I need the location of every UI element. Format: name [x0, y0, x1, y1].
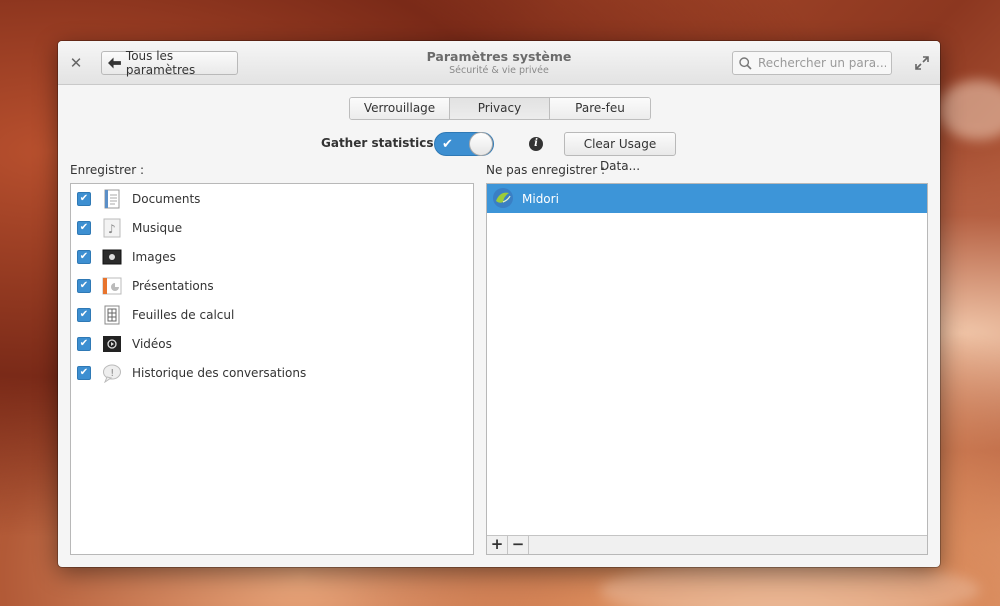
add-button[interactable]: + — [487, 536, 508, 554]
list-toolbar: + − — [487, 535, 927, 554]
settings-window: ✕ Tous les paramètres Paramètres système… — [58, 41, 940, 567]
record-item-label: Musique — [132, 220, 183, 235]
record-list: ✔ Documents ✔ ♪ Musique ✔ Images ✔ Prése… — [70, 183, 474, 555]
videos-checkbox[interactable]: ✔ — [77, 336, 91, 351]
images-checkbox[interactable]: ✔ — [77, 249, 91, 264]
spreadsheet-icon — [104, 305, 120, 324]
list-item[interactable]: ✔ Images — [71, 242, 473, 271]
info-icon[interactable]: i — [529, 137, 543, 151]
do-not-record-heading: Ne pas enregistrer : — [486, 163, 606, 177]
gather-statistics-switch[interactable]: ✔ — [434, 132, 494, 156]
record-item-label: Historique des conversations — [132, 365, 307, 380]
switch-knob[interactable] — [469, 132, 493, 156]
presentation-icon — [102, 277, 122, 294]
list-item[interactable]: ✔ Vidéos — [71, 329, 473, 358]
arrow-left-icon — [108, 57, 121, 69]
list-item[interactable]: ✔ ♪ Musique — [71, 213, 473, 242]
record-item-label: Vidéos — [132, 336, 172, 351]
tab-privacy[interactable]: Privacy — [450, 98, 550, 119]
document-icon — [104, 189, 120, 208]
check-icon: ✔ — [442, 137, 453, 152]
music-icon: ♪ — [103, 218, 121, 237]
wallpaper-highlight — [938, 80, 1000, 140]
documents-checkbox[interactable]: ✔ — [77, 191, 91, 206]
chat-icon: ! — [103, 364, 121, 383]
list-item[interactable]: ✔ Documents — [71, 184, 473, 213]
statistics-row: Gather statistics: ✔ i Clear Usage Data.… — [58, 132, 940, 173]
remove-button[interactable]: − — [508, 536, 529, 554]
record-item-label: Documents — [132, 191, 201, 206]
app-label: Midori — [522, 191, 559, 206]
record-item-label: Présentations — [132, 278, 214, 293]
spreadsheets-checkbox[interactable]: ✔ — [77, 307, 91, 322]
video-icon — [103, 335, 121, 352]
header-bar: ✕ Tous les paramètres Paramètres système… — [58, 41, 940, 85]
list-item[interactable]: Midori — [487, 184, 927, 213]
tab-pare-feu[interactable]: Pare-feu — [550, 98, 650, 119]
list-item[interactable]: ✔ Présentations — [71, 271, 473, 300]
tab-verrouillage[interactable]: Verrouillage — [350, 98, 450, 119]
back-button[interactable]: Tous les paramètres — [101, 49, 238, 77]
svg-text:!: ! — [110, 368, 114, 379]
search-icon — [739, 56, 752, 70]
presentations-checkbox[interactable]: ✔ — [77, 278, 91, 293]
maximize-icon[interactable] — [914, 55, 930, 71]
do-not-record-list: Midori + − — [486, 183, 928, 555]
svg-text:♪: ♪ — [108, 222, 116, 236]
tab-bar: Verrouillage Privacy Pare-feu — [349, 97, 651, 120]
search-input[interactable] — [758, 56, 886, 70]
record-item-label: Images — [132, 249, 176, 264]
list-item[interactable]: ✔ Feuilles de calcul — [71, 300, 473, 329]
record-heading: Enregistrer : — [70, 163, 144, 177]
list-item[interactable]: ✔ ! Historique des conversations — [71, 358, 473, 387]
midori-icon — [493, 188, 513, 208]
music-checkbox[interactable]: ✔ — [77, 220, 91, 235]
search-field[interactable] — [732, 51, 892, 75]
image-icon — [102, 249, 122, 264]
chat-history-checkbox[interactable]: ✔ — [77, 365, 91, 380]
gather-statistics-label: Gather statistics: — [321, 136, 439, 150]
back-button-label: Tous les paramètres — [125, 49, 196, 77]
clear-usage-data-button[interactable]: Clear Usage Data... — [564, 132, 676, 173]
record-item-label: Feuilles de calcul — [132, 307, 235, 322]
close-icon[interactable]: ✕ — [66, 53, 86, 73]
